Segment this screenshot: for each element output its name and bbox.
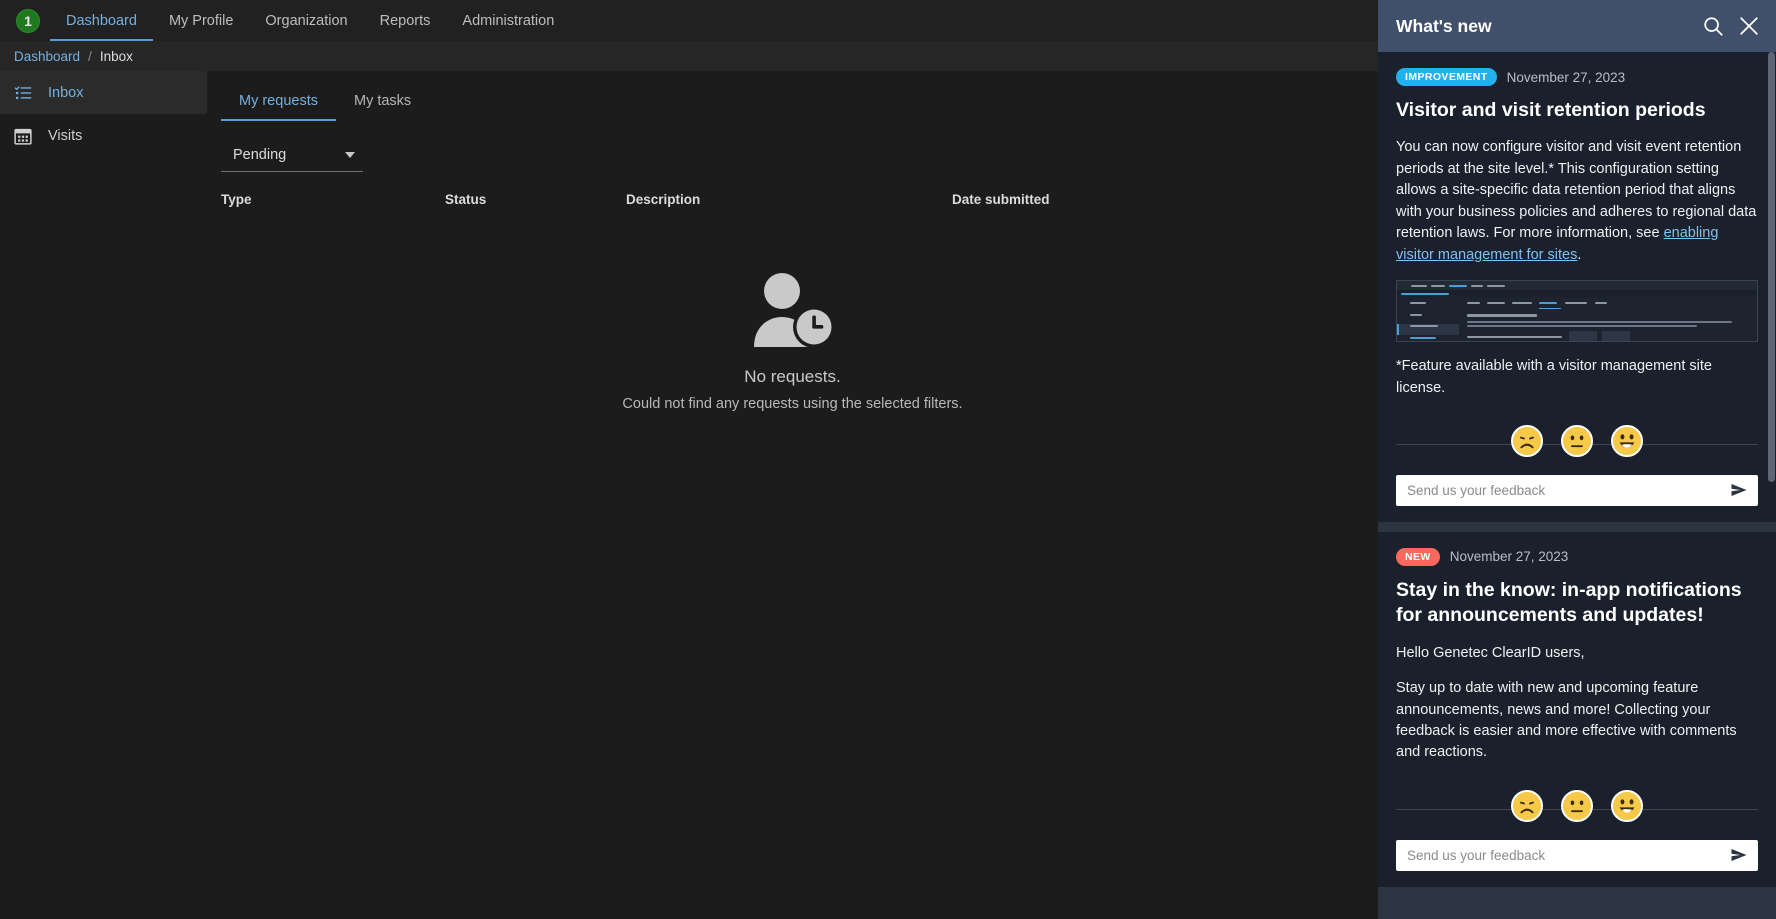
reaction-row (1378, 790, 1776, 826)
tab-my-tasks[interactable]: My tasks (336, 85, 429, 121)
chevron-down-icon (345, 152, 355, 158)
sidebar-item-label-inbox: Inbox (48, 85, 83, 101)
card-content: IMPROVEMENT November 27, 2023 Visitor an… (1378, 52, 1776, 411)
card-date: November 27, 2023 (1507, 70, 1626, 85)
card-content: NEW November 27, 2023 Stay in the know: … (1378, 532, 1776, 776)
card-date: November 27, 2023 (1450, 549, 1569, 564)
column-header-status[interactable]: Status (445, 192, 626, 207)
neutral-face-icon[interactable] (1561, 790, 1593, 822)
tab-my-requests[interactable]: My requests (221, 85, 336, 121)
whats-new-header: What's new (1378, 0, 1776, 52)
sidebar-item-visits[interactable]: Visits (0, 114, 207, 157)
person-clock-icon (748, 271, 838, 349)
feedback-input-wrapper[interactable] (1396, 475, 1758, 506)
card-body: You can now configure visitor and visit … (1396, 137, 1758, 266)
breadcrumb-dashboard[interactable]: Dashboard (14, 49, 80, 64)
column-header-description[interactable]: Description (626, 192, 952, 207)
panel-scrollbar[interactable] (1768, 52, 1775, 482)
app-logo[interactable]: 1 (16, 9, 40, 33)
empty-state-subtitle: Could not find any requests using the se… (622, 396, 962, 412)
breadcrumb-separator: / (88, 49, 92, 64)
nav-item-reports[interactable]: Reports (364, 14, 447, 42)
send-icon[interactable] (1730, 481, 1748, 499)
reaction-row (1378, 425, 1776, 461)
column-header-date-submitted[interactable]: Date submitted (952, 192, 1272, 207)
smiling-face-icon[interactable] (1611, 425, 1643, 457)
nav-item-administration[interactable]: Administration (446, 14, 570, 42)
filter-area: Pending (207, 121, 1378, 172)
close-icon[interactable] (1738, 15, 1760, 37)
empty-state: No requests. Could not find any requests… (207, 271, 1378, 412)
card-thumbnail-image[interactable] (1396, 280, 1758, 342)
whats-new-card: NEW November 27, 2023 Stay in the know: … (1378, 532, 1776, 887)
feedback-area (1378, 461, 1776, 522)
reaction-buttons (1378, 425, 1776, 457)
whats-new-card: IMPROVEMENT November 27, 2023 Visitor an… (1378, 52, 1776, 522)
card-body: Stay up to date with new and upcoming fe… (1396, 678, 1758, 764)
card-greeting: Hello Genetec ClearID users, (1396, 643, 1758, 664)
calendar-icon (14, 127, 32, 145)
frowning-face-icon[interactable] (1511, 790, 1543, 822)
card-meta: IMPROVEMENT November 27, 2023 (1396, 68, 1758, 86)
checklist-icon (14, 84, 32, 102)
card-body-text-tail: . (1577, 247, 1581, 263)
column-header-type[interactable]: Type (221, 192, 445, 207)
send-icon[interactable] (1730, 846, 1748, 864)
app-root: 1 Dashboard My Profile Organization Repo… (0, 0, 1776, 919)
neutral-face-icon[interactable] (1561, 425, 1593, 457)
empty-state-title: No requests. (744, 367, 840, 387)
breadcrumb: Dashboard / Inbox (0, 41, 1378, 71)
main-content: My requests My tasks Pending Type Status… (207, 71, 1378, 919)
tab-bar: My requests My tasks (207, 71, 1378, 121)
feedback-input[interactable] (1407, 848, 1730, 863)
frowning-face-icon[interactable] (1511, 425, 1543, 457)
nav-item-dashboard[interactable]: Dashboard (50, 14, 153, 42)
feedback-input-wrapper[interactable] (1396, 840, 1758, 871)
reaction-buttons (1378, 790, 1776, 822)
status-filter-value: Pending (233, 147, 286, 163)
table-header-row: Type Status Description Date submitted (207, 192, 1378, 207)
feedback-input[interactable] (1407, 483, 1730, 498)
card-meta: NEW November 27, 2023 (1396, 548, 1758, 566)
sidebar-item-label-visits: Visits (48, 128, 82, 144)
sidebar-item-inbox[interactable]: Inbox (0, 71, 207, 114)
feedback-area (1378, 826, 1776, 887)
breadcrumb-inbox: Inbox (100, 49, 133, 64)
nav-item-my-profile[interactable]: My Profile (153, 14, 249, 42)
status-badge: NEW (1396, 548, 1440, 566)
card-title: Visitor and visit retention periods (1396, 98, 1758, 123)
smiling-face-icon[interactable] (1611, 790, 1643, 822)
card-footnote: *Feature available with a visitor manage… (1396, 356, 1758, 399)
sidebar: Inbox Visits (0, 71, 207, 919)
top-navigation: 1 Dashboard My Profile Organization Repo… (0, 0, 1378, 41)
whats-new-list[interactable]: IMPROVEMENT November 27, 2023 Visitor an… (1378, 52, 1776, 919)
card-title: Stay in the know: in-app notifications f… (1396, 578, 1758, 629)
nav-item-organization[interactable]: Organization (249, 14, 363, 42)
status-badge: IMPROVEMENT (1396, 68, 1497, 86)
status-filter-select[interactable]: Pending (221, 138, 363, 172)
search-icon[interactable] (1702, 15, 1724, 37)
whats-new-panel: What's new IMPROVEMENT November 27, 2023… (1378, 0, 1776, 919)
whats-new-title: What's new (1396, 16, 1688, 37)
